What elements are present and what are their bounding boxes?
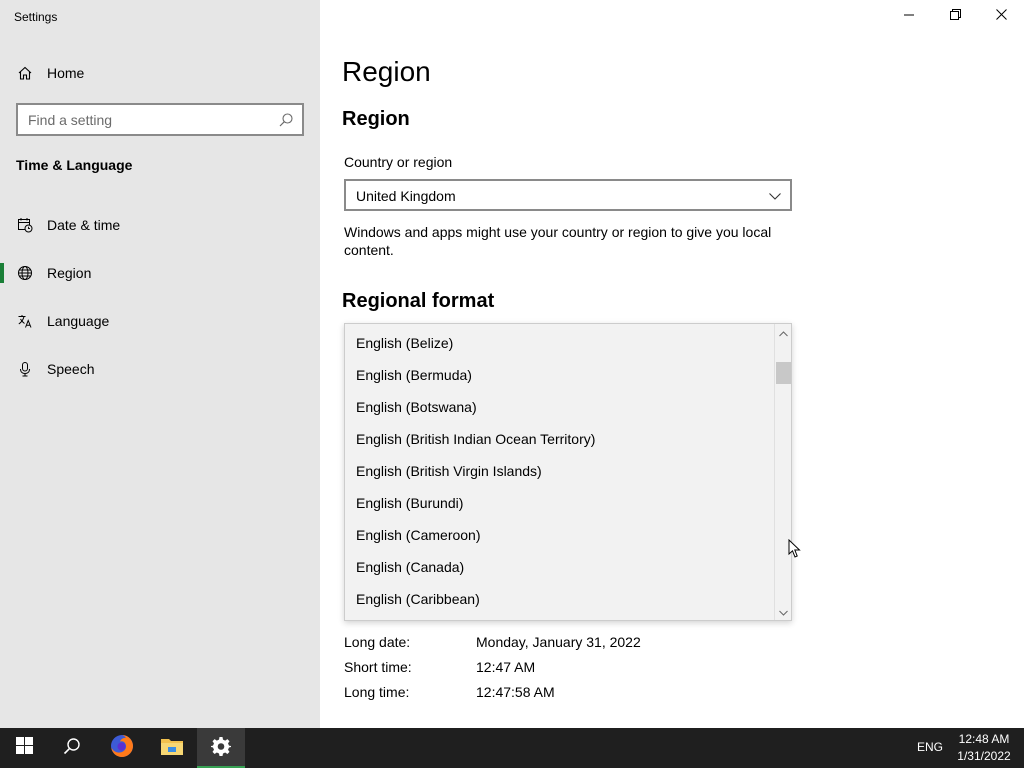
main-content: Region Region Country or region United K… [320,0,1024,728]
app-title: Settings [14,10,58,24]
input-language-indicator[interactable]: ENG [908,740,952,754]
chevron-up-icon [779,324,788,342]
sidebar-item-label: Language [47,313,110,329]
list-item[interactable]: English (Botswana) [345,391,775,423]
list-item-label: English (Belize) [356,335,454,351]
list-item-label: English (Cameroon) [356,527,481,543]
format-info-label: Long date: [344,634,411,650]
sidebar-item-home[interactable]: Home [0,53,320,93]
language-icon [16,312,34,330]
search-icon[interactable] [278,112,294,128]
firefox-taskbar-button[interactable] [98,728,146,768]
scroll-up-button[interactable] [775,324,791,342]
globe-icon [16,264,34,282]
chevron-down-icon [779,603,788,621]
file-explorer-taskbar-button[interactable] [148,728,196,768]
microphone-icon [16,360,34,378]
format-info-value: 12:47:58 AM [476,684,555,700]
clock-time: 12:48 AM [958,732,1010,746]
list-item[interactable]: English (British Indian Ocean Territory) [345,423,775,455]
sidebar-item-language[interactable]: Language [0,301,320,341]
search-icon [63,737,81,760]
chevron-down-icon [768,189,782,203]
list-item[interactable]: English (British Virgin Islands) [345,455,775,487]
settings-taskbar-button[interactable] [197,728,245,768]
country-label: Country or region [344,154,453,170]
mouse-pointer-icon [788,538,802,559]
calendar-clock-icon [16,216,34,234]
country-value: United Kingdom [356,188,456,204]
firefox-icon [110,734,134,763]
list-item-label: English (Canada) [356,559,465,575]
taskbar: ENG 12:48 AM 1/31/2022 [0,728,1024,768]
sidebar-item-label: Region [47,265,92,281]
selection-indicator [0,263,4,283]
list-item[interactable]: English (Cameroon) [345,519,775,551]
scrollbar-thumb[interactable] [776,362,791,384]
region-heading: Region [342,108,410,130]
format-info-label: Long time: [344,684,410,700]
list-item-label: English (Burundi) [356,495,464,511]
start-icon [15,737,33,759]
search-box [16,103,304,136]
sidebar-item-label: Home [47,65,85,81]
sidebar-item-label: Date & time [47,217,121,233]
sidebar: Settings Home Time & Language Date & tim… [0,0,320,728]
search-input[interactable] [28,111,278,129]
list-item-label: English (British Virgin Islands) [356,463,542,479]
sidebar-item-speech[interactable]: Speech [0,349,320,389]
taskbar-search-button[interactable] [48,728,96,768]
list-item-label: English (British Indian Ocean Territory) [356,431,596,447]
home-icon [16,64,34,82]
regional-format-heading: Regional format [342,290,495,312]
region-description: Windows and apps might use your country … [344,224,772,258]
regional-format-list[interactable]: English (Belize) English (Bermuda) Engli… [344,323,792,621]
list-item[interactable]: English (Bermuda) [345,359,775,391]
page-title: Region [342,56,431,87]
country-dropdown[interactable]: United Kingdom [344,179,792,211]
list-item-label: English (Botswana) [356,399,477,415]
sidebar-item-region[interactable]: Region [0,253,320,293]
taskbar-clock[interactable]: 12:48 AM 1/31/2022 [952,731,1016,765]
list-item[interactable]: English (Belize) [345,327,775,359]
list-item[interactable]: English (Burundi) [345,487,775,519]
format-info-value: 12:47 AM [476,659,536,675]
list-item[interactable]: English (Canada) [345,551,775,583]
scroll-down-button[interactable] [775,603,791,621]
format-info-label: Short time: [344,659,412,675]
list-item[interactable]: English (Caribbean) [345,583,775,615]
start-button[interactable] [0,728,48,768]
sidebar-item-label: Speech [47,361,95,377]
clock-date: 1/31/2022 [957,749,1011,763]
list-item-label: English (Caribbean) [356,591,480,607]
sidebar-item-date-time[interactable]: Date & time [0,205,320,245]
format-info-value: Monday, January 31, 2022 [476,634,641,650]
file-explorer-icon [160,736,184,761]
section-heading: Time & Language [16,157,133,173]
settings-gear-icon [211,736,231,761]
list-item-label: English (Bermuda) [356,367,472,383]
list-scrollbar[interactable] [774,324,791,620]
